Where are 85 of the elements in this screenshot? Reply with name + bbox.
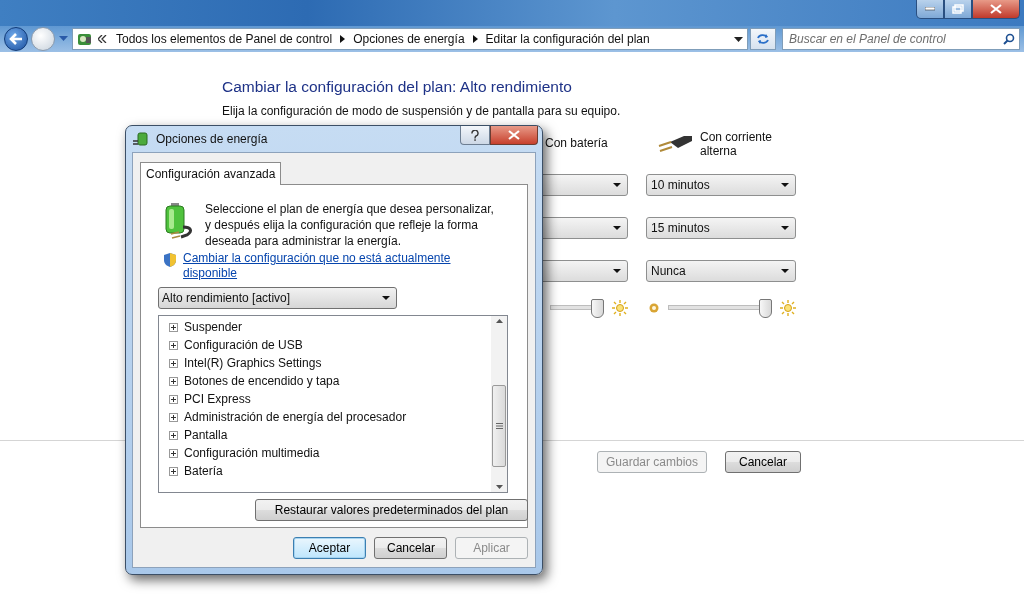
tree-item[interactable]: Botones de encendido y tapa [184, 374, 340, 388]
arrow-icon[interactable] [340, 35, 346, 43]
back-arrow-icon [9, 33, 23, 45]
help-button[interactable] [460, 126, 490, 145]
brightness-slider[interactable] [550, 299, 604, 317]
caret-icon [781, 269, 789, 273]
brightness-slider[interactable] [668, 299, 772, 317]
instruction-text: Seleccione el plan de energía que desea personalizar, y después elija la configuración que refleje la forma deseada para administrar la energía. [205, 201, 495, 249]
scrollbar[interactable] [491, 316, 507, 492]
shield-icon [163, 252, 177, 268]
back-button[interactable] [4, 27, 28, 51]
dropdown-icon[interactable] [734, 36, 743, 42]
tab[interactable]: Configuración avanzada [140, 162, 282, 185]
tree-item[interactable]: Batería [184, 464, 223, 478]
arrow-icon[interactable] [472, 35, 478, 43]
dropdown-value: Nunca [651, 264, 686, 278]
tree-item[interactable]: Pantalla [184, 428, 228, 442]
dropdown[interactable]: 15 minutos [646, 217, 796, 239]
breadcrumb[interactable]: Todos los elementos de Panel de control [116, 32, 333, 46]
caret-icon [781, 226, 789, 230]
change-settings-link[interactable]: Cambiar la configuración que no está actualmente disponible [183, 251, 468, 281]
dropdown[interactable]: Nunca [646, 260, 796, 282]
dropdown[interactable]: 10 minutos [646, 174, 796, 196]
slider-thumb[interactable] [759, 299, 772, 318]
plug-icon [658, 133, 692, 155]
dropdown-value: 10 minutos [651, 178, 710, 192]
expand-icon[interactable] [169, 430, 178, 440]
caret-icon [613, 269, 621, 273]
action-button[interactable]: Cancelar [725, 451, 801, 473]
expand-icon[interactable] [169, 466, 178, 476]
tree-item[interactable]: Configuración de USB [184, 338, 303, 352]
power-options-icon [133, 131, 151, 147]
address-bar[interactable]: Todos los elementos de Panel de control Opciones de energía Editar la configuración del plan [72, 28, 748, 50]
dialog-title: Opciones de energía [156, 132, 269, 146]
search-field[interactable]: Buscar en el Panel de control [782, 28, 1020, 50]
tree-item[interactable]: PCI Express [184, 392, 251, 406]
column-header: Con batería [545, 136, 609, 150]
sun-icon [780, 300, 796, 316]
expand-icon[interactable] [169, 376, 178, 386]
tree-item[interactable]: Configuración multimedia [184, 446, 320, 460]
refresh-button[interactable] [750, 28, 776, 50]
breadcrumb[interactable]: Opciones de energía [353, 32, 465, 46]
search-icon [1003, 33, 1015, 45]
page-title: Cambiar la configuración del plan: Alto rendimiento [222, 78, 573, 96]
expand-icon[interactable] [169, 394, 178, 404]
sun-icon [612, 300, 628, 316]
breadcrumb[interactable]: Editar la configuración del plan [485, 32, 650, 46]
close-button[interactable] [972, 0, 1020, 19]
grip-icon [495, 423, 503, 429]
plan-dropdown[interactable]: Alto rendimiento [activo] [158, 287, 397, 309]
scroll-up-icon[interactable] [495, 319, 503, 323]
dim-brightness-icon [648, 302, 660, 314]
dropdown-value: Alto rendimiento [activo] [162, 291, 291, 305]
help-icon [471, 129, 479, 141]
tree-item[interactable]: Administración de energía del procesador [184, 410, 407, 424]
column-header: Con corriente alterna [700, 130, 774, 158]
dropdown-value: 15 minutos [651, 221, 710, 235]
control-panel-icon [77, 31, 93, 47]
caret-icon [613, 183, 621, 187]
minimize-icon [925, 7, 935, 11]
restore-defaults-button[interactable]: Restaurar valores predeterminados del plan [255, 499, 528, 521]
restore-icon [952, 4, 964, 14]
dialog-button[interactable]: Aceptar [293, 537, 366, 559]
expand-icon[interactable] [169, 322, 178, 332]
slider-thumb[interactable] [591, 299, 604, 318]
tree-item[interactable]: Intel(R) Graphics Settings [184, 356, 322, 370]
tree-item[interactable]: Suspender [184, 320, 243, 334]
expand-icon[interactable] [169, 448, 178, 458]
maximize-button[interactable] [944, 0, 972, 19]
overflow-icon[interactable] [98, 35, 107, 43]
expand-icon[interactable] [169, 412, 178, 422]
caret-icon [613, 226, 621, 230]
minimize-button[interactable] [916, 0, 944, 19]
scroll-down-icon[interactable] [495, 485, 503, 489]
close-button[interactable] [490, 126, 538, 145]
expand-icon[interactable] [169, 358, 178, 368]
page-subtitle: Elija la configuración de modo de suspensión y de pantalla para su equipo. [222, 104, 622, 118]
caret-icon [382, 296, 390, 300]
expand-icon[interactable] [169, 340, 178, 350]
dialog-button[interactable]: Cancelar [374, 537, 447, 559]
close-icon [990, 4, 1002, 14]
caret-icon [781, 183, 789, 187]
close-icon [508, 130, 520, 140]
refresh-icon [756, 33, 770, 45]
history-dropdown-icon[interactable] [59, 36, 68, 42]
